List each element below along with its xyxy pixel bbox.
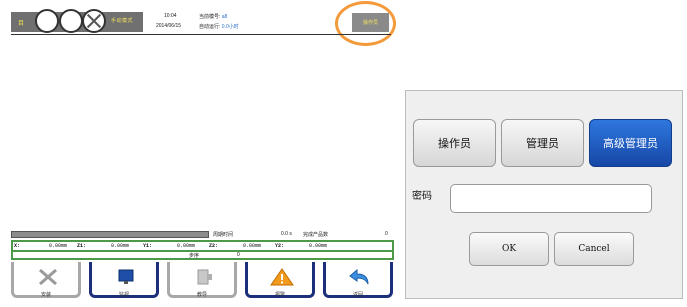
password-label: 密码 [412,191,432,202]
axis-y1-value: 0.00mm [177,243,196,249]
axis-z2-label: Z2: [209,243,219,249]
hmi-screen: 目 手动模式 10:04 2014/06/15 当前模号: a8 自动运行: 0… [0,0,400,307]
axis-x-value: 0.00mm [49,243,68,249]
nav-label: 教导 [196,292,207,298]
role-operator-button[interactable]: 操作员 [413,119,496,167]
nav-alarm-button[interactable]: 报警 [245,262,315,298]
product-count-label: 完成产品数 [303,232,329,238]
tools-icon [39,268,57,286]
axis-y1-label: Y1: [143,243,153,249]
monitor-icon [118,269,134,284]
mode-indicator: 目 [18,21,25,27]
teach-icon [197,269,212,285]
status-header: 目 手动模式 10:04 2014/06/15 当前模号: a8 自动运行: 0… [11,9,391,33]
nav-return-button[interactable]: 返回 [323,262,393,298]
axis-z2-value: 0.00mm [243,243,262,249]
current-program: 当前模号: a8 [199,13,227,20]
clock-time: 10:04 [164,13,177,19]
role-senior-manager-button[interactable]: 高级管理员 [589,119,672,167]
step-row: 步序 0 [13,252,392,259]
io-ring-icon [35,9,59,33]
axis-y2-value: 0.00mm [309,243,328,249]
coordinate-row: X: 0.00mm Z1: 0.00mm Y1: 0.00mm Z2: 0.00… [13,243,392,250]
axis-z1-label: Z1: [77,243,87,249]
role-manager-button[interactable]: 管理员 [501,119,584,167]
password-field[interactable] [450,184,652,213]
step-value: 0 [237,252,240,258]
login-dialog: 操作员 管理员 高级管理员 密码 OK Cancel [405,90,683,299]
auto-run-time: 自动运行: 0.0小时 [199,23,239,30]
axis-x-label: X: [14,243,21,249]
run-label: 自动运行: [199,24,221,30]
bottom-navbar: 安装 监视 教导 报警 返回 [11,262,395,298]
run-value: 0.0小时 [221,24,239,30]
return-icon [349,268,369,285]
warning-icon [270,268,294,286]
nav-label: 监视 [118,292,129,298]
clock-date: 2014/06/15 [156,23,182,29]
nav-label: 返回 [352,292,363,298]
nav-label: 报警 [274,292,285,298]
progress-bar [11,231,209,238]
nav-label: 安装 [40,292,51,298]
cancel-button[interactable]: Cancel [554,232,634,266]
product-count-value: 0 [385,231,388,237]
axis-z1-value: 0.00mm [111,243,130,249]
io-ring-icon [59,9,83,33]
nav-install-button[interactable]: 安装 [11,262,81,298]
operator-highlight-circle [335,1,396,46]
axis-coordinates: X: 0.00mm Z1: 0.00mm Y1: 0.00mm Z2: 0.00… [11,240,394,260]
cycle-time-label: 周期时间 [213,232,234,238]
cycle-info-strip: 周期时间 0.0 s 完成产品数 0 [11,230,391,239]
program-label: 当前模号: [199,14,221,20]
nav-monitor-button[interactable]: 监视 [89,262,159,298]
fan-icon [82,9,106,33]
header-divider [11,34,391,35]
nav-teach-button[interactable]: 教导 [167,262,237,298]
cycle-time-value: 0.0 s [281,231,292,237]
step-label: 步序 [189,253,200,259]
ok-button[interactable]: OK [469,232,549,266]
mode-label: 手动模式 [111,18,134,24]
axis-y2-label: Y2: [275,243,285,249]
program-value: a8 [221,14,228,20]
